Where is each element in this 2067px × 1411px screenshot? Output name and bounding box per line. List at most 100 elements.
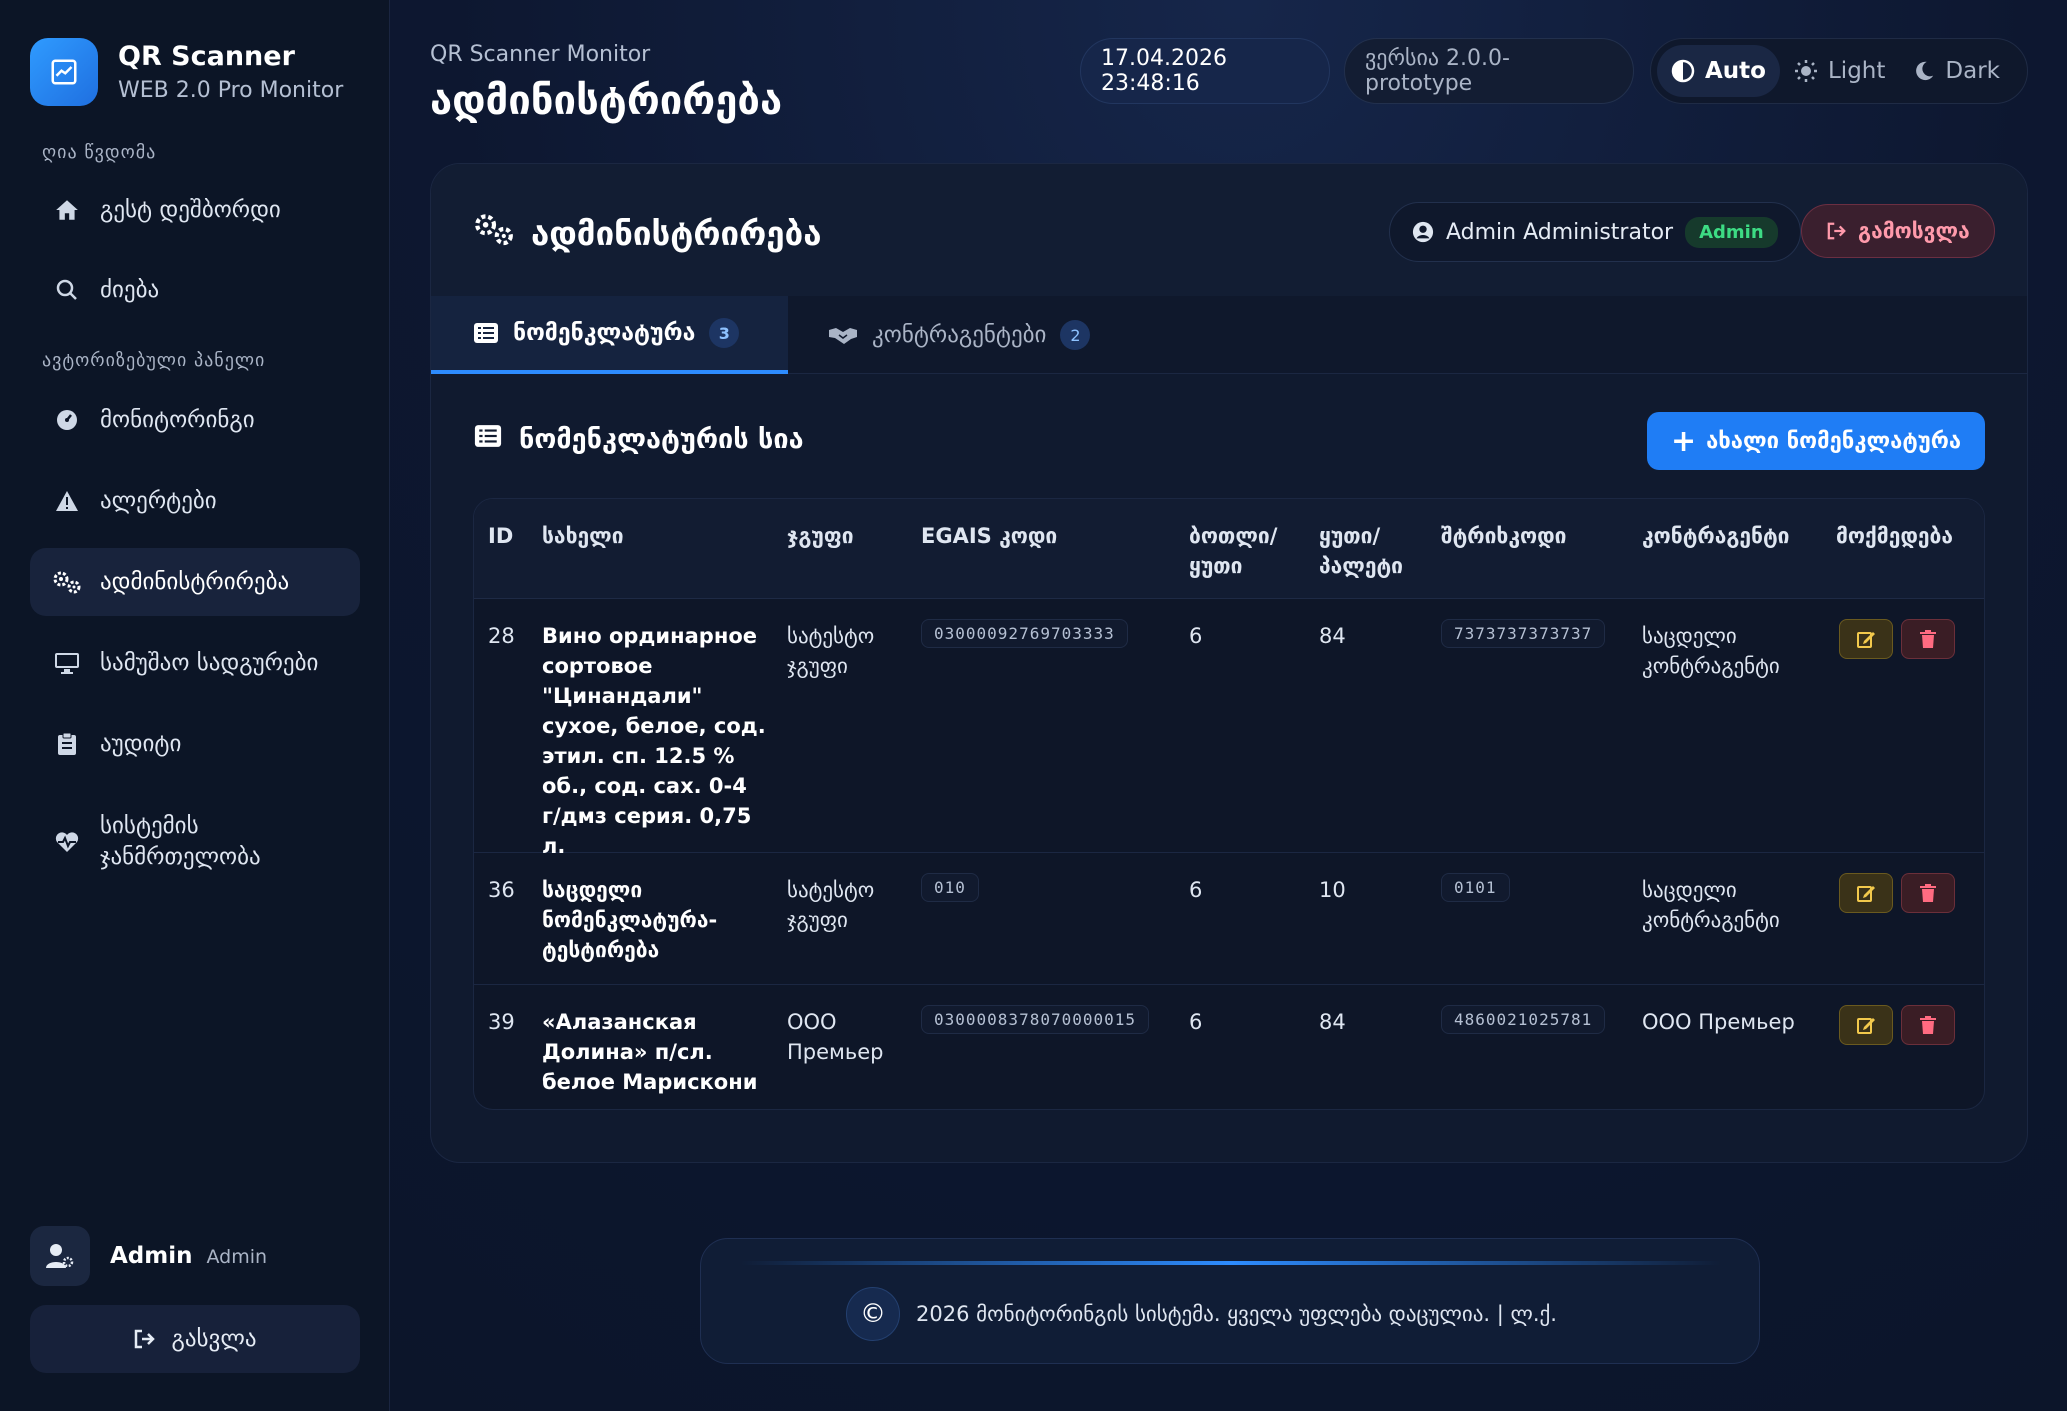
- table-row: 39 «Алазанская Долина» п/сл. белое Марис…: [474, 985, 1984, 1109]
- theme-switcher: Auto Light Dark: [1650, 38, 2028, 104]
- tab-label: კონტრაგენტები: [872, 322, 1047, 348]
- card-title: ადმინისტრირება: [473, 212, 821, 254]
- sidebar-item-system-health[interactable]: სისტემის ჯანმრთელობა: [30, 800, 360, 884]
- edit-icon: [1857, 886, 1875, 902]
- edit-button[interactable]: [1839, 619, 1893, 659]
- trash-icon: [1920, 630, 1936, 648]
- tab-count-badge: 2: [1060, 320, 1091, 350]
- column-header-egais: EGAIS კოდი: [921, 524, 1058, 548]
- cell-bottles: 6: [1189, 1010, 1203, 1034]
- sidebar-item-alerts[interactable]: ალერტები: [30, 467, 360, 535]
- add-nomenclature-button[interactable]: + ახალი ნომენკლატურა: [1647, 412, 1985, 470]
- column-header-id: ID: [488, 524, 514, 548]
- logout-label: გამოსვლა: [1858, 219, 1970, 243]
- admin-card: ადმინისტრირება Admin Administrator Admin…: [430, 163, 2028, 1163]
- column-header-group: ჯგუფი: [787, 524, 854, 548]
- user-cog-icon: [30, 1226, 90, 1286]
- section-auth-label: ავტორიზებული პანელი: [42, 350, 266, 371]
- edit-icon: [1857, 1018, 1875, 1034]
- header-line: პალეტი: [1319, 554, 1403, 578]
- column-header-barcode: შტრიხკოდი: [1441, 524, 1567, 548]
- gauge-icon: [52, 405, 82, 435]
- column-header-name: სახელი: [542, 524, 624, 548]
- sign-out-icon: [133, 1328, 157, 1350]
- tab-nomenclature[interactable]: ნომენკლატურა 3: [431, 296, 788, 374]
- trash-icon: [1920, 1016, 1936, 1034]
- card-title-text: ადმინისტრირება: [531, 213, 822, 253]
- cell-group: ООО Премьер: [787, 1010, 884, 1064]
- cell-barcode: 4860021025781: [1441, 1005, 1606, 1034]
- edit-button[interactable]: [1839, 873, 1893, 913]
- cell-boxes: 84: [1319, 1010, 1346, 1034]
- brand[interactable]: QR Scanner WEB 2.0 Pro Monitor: [30, 38, 343, 106]
- sun-icon: [1794, 59, 1818, 83]
- sidebar-item-search[interactable]: ძიება: [30, 256, 360, 324]
- list-icon: [473, 322, 499, 344]
- handshake-icon: [828, 324, 858, 346]
- brand-title: QR Scanner: [118, 41, 295, 72]
- cell-egais-code: 03000092769703333: [921, 619, 1128, 648]
- footer-content: © 2026 მონიტორინგის სისტემა. ყველა უფლებ…: [846, 1287, 1557, 1341]
- theme-auto-button[interactable]: Auto: [1657, 45, 1780, 97]
- list-title: ნომენკლატურის სია: [473, 424, 804, 455]
- tab-contractors[interactable]: კონტრაგენტები 2: [788, 296, 1168, 374]
- user-name: Admin: [110, 1243, 193, 1269]
- cogs-icon: [52, 567, 82, 597]
- table-header: ID სახელი ჯგუფი EGAIS კოდი ბოთლი/ ყუთი ყ…: [474, 499, 1984, 599]
- delete-button[interactable]: [1901, 1005, 1955, 1045]
- sidebar-item-label: აუდიტი: [100, 731, 182, 757]
- sidebar-item-administration[interactable]: ადმინისტრირება: [30, 548, 360, 616]
- cell-group: სატესტო ჯგუფი: [787, 878, 875, 932]
- sidebar-logout-button[interactable]: გასვლა: [30, 1305, 360, 1373]
- delete-button[interactable]: [1901, 873, 1955, 913]
- datetime-text: 17.04.2026 23:48:16: [1101, 46, 1227, 96]
- sidebar-item-label: გესტ დეშბორდი: [100, 197, 281, 223]
- cell-barcode: 0101: [1441, 873, 1510, 902]
- header-line: ყუთი: [1189, 554, 1243, 578]
- cell-name: Вино ординарное сортовое "Цинандали" сух…: [542, 624, 766, 858]
- desktop-icon: [52, 648, 82, 678]
- cogs-icon: [473, 212, 515, 254]
- sidebar-item-label: მონიტორინგი: [100, 407, 255, 433]
- theme-auto-label: Auto: [1705, 58, 1766, 84]
- cell-egais-code: 0300008378070000015: [921, 1005, 1150, 1034]
- header-line: ყუთი/: [1319, 524, 1381, 548]
- edit-icon: [1857, 632, 1875, 648]
- sign-out-icon: [1826, 221, 1848, 241]
- version-badge: ვერსია 2.0.0-prototype: [1344, 38, 1634, 104]
- theme-light-button[interactable]: Light: [1780, 45, 1899, 97]
- tab-label: ნომენკლატურა: [513, 320, 696, 346]
- cell-contractor: საცდელი კონტრაგენტი: [1642, 624, 1780, 678]
- brand-subtitle: WEB 2.0 Pro Monitor: [118, 78, 344, 103]
- list-title-text: ნომენკლატურის სია: [519, 424, 804, 455]
- cell-barcode: 7373737373737: [1441, 619, 1606, 648]
- sidebar-item-audit[interactable]: აუდიტი: [30, 710, 360, 778]
- footer: © 2026 მონიტორინგის სისტემა. ყველა უფლებ…: [700, 1238, 1760, 1364]
- user-role: Admin: [206, 1246, 268, 1268]
- trash-icon: [1920, 884, 1936, 902]
- sidebar-item-guest-dashboard[interactable]: გესტ დეშბორდი: [30, 176, 360, 244]
- version-text: ვერსია 2.0.0-prototype: [1365, 46, 1510, 96]
- table-row: 36 საცდელი ნომენკლატურა-ტესტირება სატესტ…: [474, 853, 1984, 985]
- user-profile[interactable]: Admin Admin: [30, 1226, 267, 1286]
- sidebar-item-monitoring[interactable]: მონიტორინგი: [30, 386, 360, 454]
- copyright-icon: ©: [846, 1287, 900, 1341]
- home-icon: [52, 195, 82, 225]
- role-badge: Admin: [1685, 216, 1778, 248]
- footer-text: 2026 მონიტორინგის სისტემა. ყველა უფლება …: [916, 1302, 1557, 1326]
- cell-boxes: 10: [1319, 878, 1346, 902]
- theme-light-label: Light: [1827, 58, 1886, 84]
- theme-dark-button[interactable]: Dark: [1899, 45, 2014, 97]
- add-nomenclature-label: ახალი ნომენკლატურა: [1706, 428, 1962, 454]
- tab-count-badge: 3: [709, 318, 740, 348]
- cell-contractor: საცდელი კონტრაგენტი: [1642, 878, 1780, 932]
- section-public-label: ღია წვდომა: [42, 142, 157, 163]
- nomenclature-table: ID სახელი ჯგუფი EGAIS კოდი ბოთლი/ ყუთი ყ…: [473, 498, 1985, 1110]
- moon-icon: [1913, 60, 1935, 82]
- delete-button[interactable]: [1901, 619, 1955, 659]
- edit-button[interactable]: [1839, 1005, 1893, 1045]
- clipboard-icon: [52, 729, 82, 759]
- logout-button[interactable]: გამოსვლა: [1801, 204, 1995, 258]
- current-user-chip: Admin Administrator Admin: [1389, 202, 1801, 262]
- sidebar-item-workstations[interactable]: სამუშაო სადგურები: [30, 629, 360, 697]
